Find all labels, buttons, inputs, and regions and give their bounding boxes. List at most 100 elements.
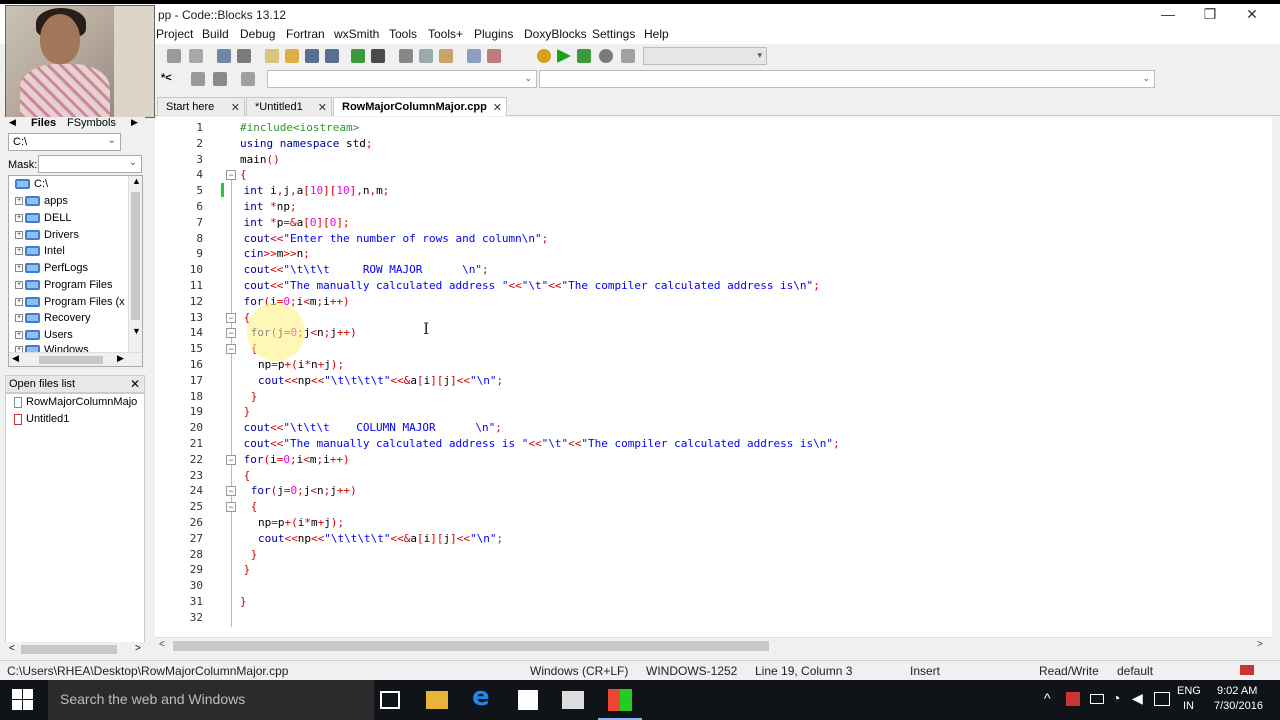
edge-browser-icon[interactable]: e — [472, 682, 500, 712]
panel-horizontal-scrollbar[interactable]: < > — [5, 642, 150, 656]
task-view-icon[interactable] — [380, 691, 400, 709]
copy-icon[interactable] — [419, 49, 433, 63]
tree-item-windows[interactable]: + Windows — [15, 344, 89, 352]
code-line[interactable]: } — [251, 390, 258, 403]
code-line[interactable]: int *p=&a[0][0]; — [244, 216, 350, 229]
tree-horizontal-scrollbar[interactable]: ◀ ▶ — [9, 352, 142, 366]
scroll-right-icon[interactable]: > — [1257, 639, 1263, 650]
save-all-icon[interactable] — [325, 49, 339, 63]
info-icon[interactable] — [237, 49, 251, 63]
editor-horizontal-scrollbar[interactable]: < > — [155, 637, 1272, 653]
tree-item-program-files[interactable]: + Program Files — [15, 279, 112, 295]
code-line[interactable]: using namespace std; — [240, 137, 372, 150]
run-icon[interactable] — [557, 49, 571, 63]
security-icon[interactable] — [1066, 692, 1080, 706]
fold-toggle-icon[interactable]: − — [226, 312, 236, 323]
fold-toggle-icon[interactable]: − — [226, 328, 236, 339]
stop-icon[interactable] — [189, 49, 203, 63]
save-icon[interactable] — [305, 49, 319, 63]
expand-icon[interactable]: + — [15, 231, 23, 240]
fold-toggle-icon[interactable]: − — [226, 486, 236, 497]
notifications-icon[interactable] — [1154, 692, 1170, 706]
expand-icon[interactable]: + — [15, 331, 23, 340]
expand-icon[interactable]: + — [15, 298, 23, 307]
expand-icon[interactable]: + — [15, 214, 23, 223]
scroll-right-icon[interactable]: > — [135, 643, 141, 654]
tree-item-intel[interactable]: + Intel — [15, 245, 65, 261]
code-editor[interactable]: 1 2 3 4−5 6 7 8 9 10 11 12 13−14−15−16 17 18 19 20 21 22−… — [155, 117, 1272, 637]
open-file-item[interactable]: RowMajorColumnMajo — [14, 396, 137, 408]
minimize-button[interactable]: — — [1148, 6, 1188, 22]
redo-icon[interactable] — [371, 49, 385, 63]
abort-icon[interactable] — [621, 49, 635, 63]
code-line[interactable]: #include<iostream> — [240, 121, 359, 134]
tree-item-recovery[interactable]: + Recovery — [15, 312, 90, 328]
tab-scroll-right-icon[interactable]: ▶ — [131, 117, 138, 128]
cut-icon[interactable] — [399, 49, 413, 63]
scroll-thumb[interactable] — [131, 192, 140, 320]
code-line[interactable]: for(j=0;j<n;j++) — [251, 484, 357, 497]
code-line[interactable]: int i,j,a[10][10],n,m; — [244, 184, 390, 197]
taskbar-search[interactable]: Search the web and Windows — [48, 680, 374, 720]
expand-icon[interactable]: + — [15, 314, 23, 323]
tree-vertical-scrollbar[interactable]: ▲ ▼ — [128, 176, 142, 366]
mask-input[interactable]: ⌄ — [38, 155, 142, 173]
tree-item-root[interactable]: C:\ — [15, 178, 48, 194]
windows-start-icon[interactable] — [12, 689, 34, 711]
battery-icon[interactable] — [1090, 694, 1104, 704]
menu-plugins[interactable]: Plugins — [474, 27, 513, 41]
tree-item-apps[interactable]: + apps — [15, 195, 68, 211]
close-tab-icon[interactable]: ✕ — [493, 101, 502, 114]
code-line[interactable]: main() — [240, 153, 280, 166]
expand-icon[interactable]: + — [15, 197, 23, 206]
find-icon[interactable] — [467, 49, 481, 63]
menu-project[interactable]: Project — [156, 27, 193, 41]
expand-icon[interactable]: + — [15, 247, 23, 256]
menu-settings[interactable]: Settings — [592, 27, 635, 41]
expand-icon[interactable]: + — [15, 264, 23, 273]
tab-start-here[interactable]: Start here ✕ — [157, 97, 245, 116]
menu-fortran[interactable]: Fortran — [286, 27, 325, 41]
symbol-icon[interactable] — [191, 72, 205, 86]
tray-expand-icon[interactable]: ^ — [1044, 690, 1051, 706]
clock-date[interactable]: 7/30/2016 — [1214, 700, 1263, 712]
fold-toggle-icon[interactable]: − — [226, 454, 236, 465]
debug-window-icon[interactable] — [217, 49, 231, 63]
fold-toggle-icon[interactable]: − — [226, 170, 236, 181]
rebuild-icon[interactable] — [599, 49, 613, 63]
tab-files[interactable]: Files — [31, 117, 56, 129]
menu-build[interactable]: Build — [202, 27, 229, 41]
tree-item-perflogs[interactable]: + PerfLogs — [15, 262, 88, 278]
menu-tools[interactable]: Tools — [389, 27, 417, 41]
code-line[interactable]: cout<<"The manually calculated address i… — [244, 437, 840, 450]
maximize-button[interactable]: ❐ — [1190, 6, 1230, 23]
expand-icon[interactable]: + — [15, 281, 23, 290]
menu-doxyblocks[interactable]: DoxyBlocks — [524, 27, 587, 41]
scroll-left-icon[interactable]: < — [9, 643, 15, 654]
tab-untitled1[interactable]: *Untitled1 ✕ — [246, 97, 332, 116]
scroll-left-icon[interactable]: < — [159, 639, 165, 650]
menu-wxsmith[interactable]: wxSmith — [334, 27, 379, 41]
code-line[interactable]: for(i=0;i<m;i++) — [244, 453, 350, 466]
menu-debug[interactable]: Debug — [240, 27, 275, 41]
code-line[interactable]: cout<<"\t\t\t COLUMN MAJOR \n"; — [244, 421, 502, 434]
code-line[interactable]: cout<<np<<"\t\t\t\t"<<&a[i][j]<<"\n"; — [258, 374, 503, 387]
code-line[interactable]: cin>>m>>n; — [244, 247, 310, 260]
undo-icon[interactable] — [351, 49, 365, 63]
scroll-left-icon[interactable]: ◀ — [12, 353, 19, 364]
open-file-icon[interactable] — [285, 49, 299, 63]
fold-toggle-icon[interactable]: − — [226, 502, 236, 513]
tab-rowmajorcolumnmajor[interactable]: RowMajorColumnMajor.cpp ✕ — [333, 97, 507, 116]
menu-help[interactable]: Help — [644, 27, 669, 41]
function-combo[interactable]: ⌄ — [539, 70, 1155, 88]
build-run-icon[interactable] — [577, 49, 591, 63]
volume-icon[interactable]: ◀ — [1132, 690, 1143, 707]
wrench-icon[interactable] — [241, 72, 255, 86]
scroll-thumb[interactable] — [21, 645, 117, 654]
new-file-icon[interactable] — [265, 49, 279, 63]
code-line[interactable]: int *np; — [244, 200, 297, 213]
file-explorer-icon[interactable] — [426, 691, 448, 709]
jump-back-icon[interactable]: *< — [161, 72, 175, 86]
drive-select[interactable]: C:\ ⌄ — [8, 133, 121, 151]
notepad-icon[interactable] — [562, 691, 584, 709]
